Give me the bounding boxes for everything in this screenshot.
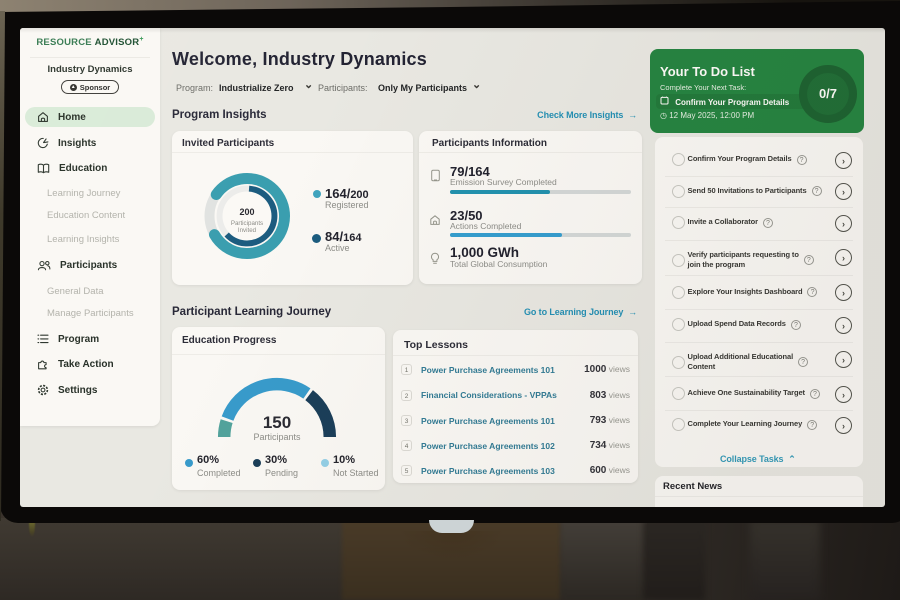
- svg-text:Invited: Invited: [238, 227, 257, 234]
- svg-text:Participants: Participants: [231, 220, 263, 227]
- svg-text:200: 200: [239, 207, 254, 217]
